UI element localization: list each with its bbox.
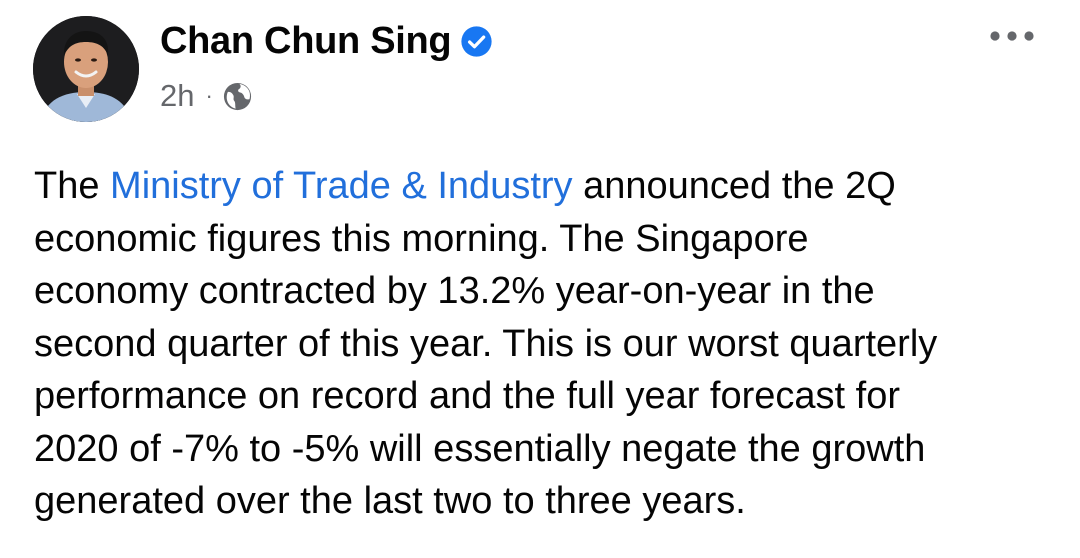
post-body-line: The Ministry of Trade & Industry announc… — [34, 160, 1064, 213]
meta-separator: · — [205, 83, 213, 108]
post-body-line: 2020 of -7% to -5% will essentially nega… — [34, 427, 926, 470]
post-body-line: generated over the last two to three yea… — [34, 480, 746, 522]
post-text-segment: announced the 2Q — [572, 165, 896, 207]
post-body-line: economy contracted by 13.2% year-on-year… — [34, 270, 875, 312]
post-body: The Ministry of Trade & Industry announc… — [34, 160, 1064, 528]
ministry-mention-link[interactable]: Ministry of Trade & Industry — [110, 165, 573, 207]
post-text-segment: The — [34, 165, 111, 207]
author-avatar[interactable] — [33, 16, 139, 122]
more-options-icon — [990, 31, 1034, 41]
post-header: Chan Chun Sing 2h · — [0, 0, 1080, 130]
post-body-line: second quarter of this year. This is our… — [34, 322, 938, 365]
verified-badge-icon — [460, 25, 493, 58]
author-line: Chan Chun Sing — [160, 16, 493, 66]
author-name[interactable]: Chan Chun Sing — [160, 20, 452, 63]
avatar-image — [33, 16, 139, 122]
post-body-line: performance on record and the full year … — [34, 375, 901, 417]
more-options-button[interactable] — [984, 18, 1040, 54]
post-meta: 2h · — [160, 76, 253, 116]
globe-icon[interactable] — [222, 81, 253, 112]
post-body-line: economic figures this morning. The Singa… — [34, 217, 809, 260]
post-timestamp[interactable]: 2h — [160, 78, 194, 114]
